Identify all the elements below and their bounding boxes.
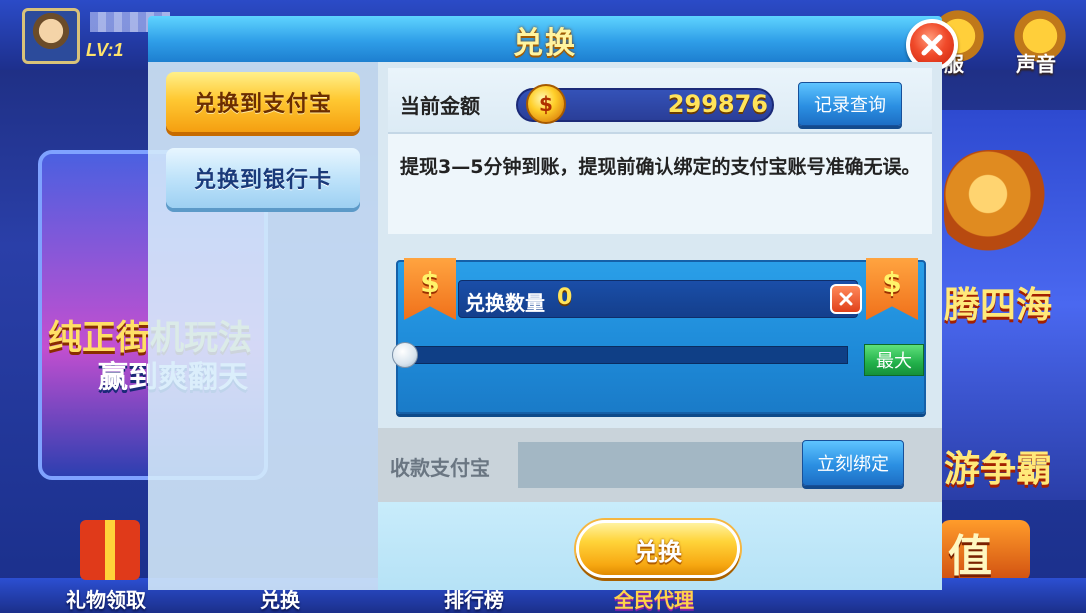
- exchange-dialog: 兑换 兑换到支付宝 兑换到银行卡 当前金额 $ 299876 记录查询 提现3—…: [148, 16, 958, 590]
- max-button[interactable]: 最大: [864, 344, 924, 376]
- records-query-button[interactable]: 记录查询: [798, 82, 902, 126]
- quantity-slider-track[interactable]: [408, 346, 848, 364]
- exchange-amount-panel: $ $ 兑换数量 0 最大: [392, 258, 926, 414]
- exchange-method-sidebar: 兑换到支付宝 兑换到银行卡: [148, 62, 378, 590]
- close-icon: [921, 34, 943, 56]
- alipay-account-input[interactable]: [518, 442, 804, 488]
- tab-alipay[interactable]: 兑换到支付宝: [166, 72, 360, 132]
- game-card-right-title-2: 游争霸: [944, 449, 1053, 490]
- coin-icon: $: [526, 84, 566, 124]
- dialog-title: 兑换: [513, 26, 577, 61]
- balance-panel: 当前金额 $ 299876 记录查询 提现3—5分钟到账，提现前确认绑定的支付宝…: [388, 68, 932, 234]
- clear-quantity-button[interactable]: [830, 284, 862, 314]
- alipay-account-row: 收款支付宝 立刻绑定: [378, 428, 942, 502]
- dragon-icon: [944, 150, 1054, 260]
- dollar-ribbon-icon: $: [404, 258, 456, 320]
- quantity-slider-thumb[interactable]: [392, 342, 418, 368]
- exchange-confirm-button[interactable]: 兑换: [576, 520, 740, 578]
- withdraw-notice: 提现3—5分钟到账，提现前确认绑定的支付宝账号准确无误。: [400, 156, 921, 178]
- quantity-field[interactable]: 兑换数量 0: [458, 280, 858, 318]
- recharge-label: 值: [948, 531, 992, 582]
- bind-now-button[interactable]: 立刻绑定: [802, 440, 904, 486]
- balance-label: 当前金额: [400, 94, 480, 118]
- alipay-label: 收款支付宝: [390, 456, 490, 480]
- sound-label: 声音: [1016, 52, 1056, 76]
- avatar[interactable]: [22, 8, 80, 64]
- quantity-value: 0: [557, 285, 573, 310]
- quantity-label: 兑换数量: [465, 291, 545, 315]
- bottom-nav-gift[interactable]: 礼物领取: [66, 584, 146, 613]
- player-level: LV:1: [86, 40, 124, 60]
- balance-row: 当前金额 $ 299876 记录查询: [388, 68, 932, 134]
- confirm-area: 兑换: [378, 502, 942, 590]
- tab-bank-card[interactable]: 兑换到银行卡: [166, 148, 360, 208]
- game-card-right-title-1: 腾四海: [944, 285, 1053, 326]
- dollar-ribbon-icon: $: [866, 258, 918, 320]
- exchange-content: 当前金额 $ 299876 记录查询 提现3—5分钟到账，提现前确认绑定的支付宝…: [378, 62, 942, 590]
- gift-icon[interactable]: [80, 520, 140, 580]
- clear-icon: [839, 292, 853, 306]
- balance-value: 299876: [667, 90, 768, 118]
